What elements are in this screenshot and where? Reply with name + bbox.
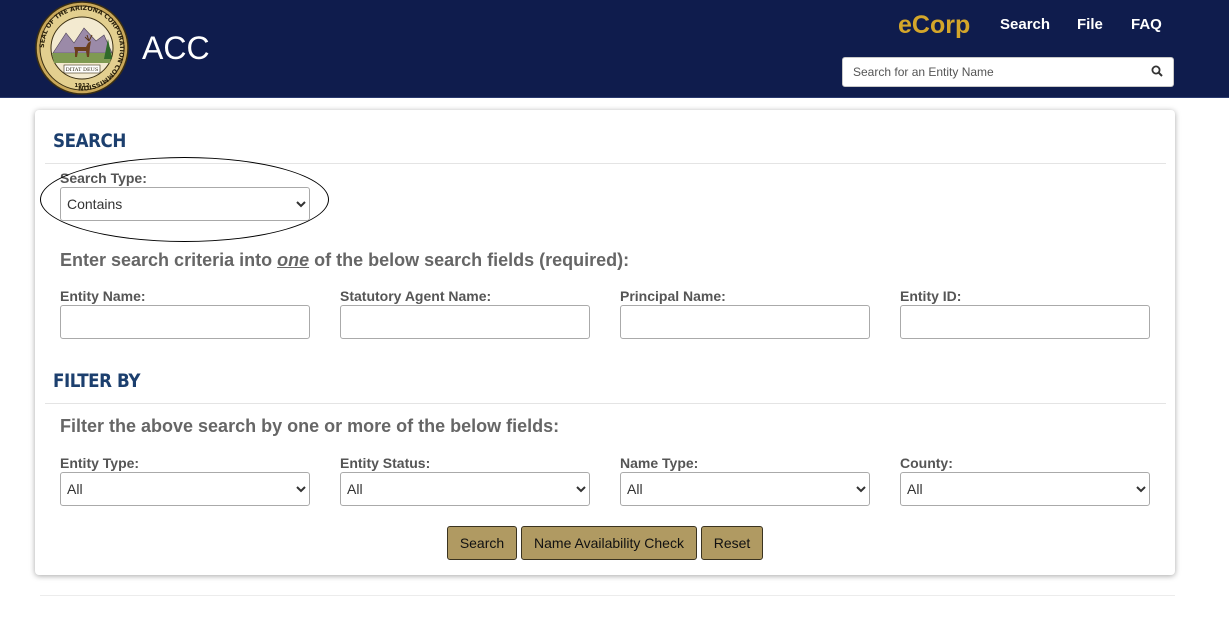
entity-name-input[interactable] — [60, 305, 310, 339]
filter-section-title: FILTER BY — [53, 370, 141, 392]
reset-button[interactable]: Reset — [701, 526, 763, 560]
entity-name-search-input[interactable] — [842, 57, 1142, 87]
name-availability-check-button[interactable]: Name Availability Check — [521, 526, 697, 560]
svg-text:1912: 1912 — [74, 83, 89, 89]
principal-name-input[interactable] — [620, 305, 870, 339]
header-search-button[interactable] — [1141, 57, 1174, 87]
entity-id-label: Entity ID: — [900, 288, 962, 304]
entity-type-label: Entity Type: — [60, 455, 140, 471]
county-select[interactable]: All — [900, 472, 1150, 506]
filter-divider — [45, 403, 1166, 404]
search-button[interactable]: Search — [447, 526, 517, 560]
entity-id-input[interactable] — [900, 305, 1150, 339]
filter-instruction: Filter the above search by one or more o… — [60, 416, 560, 436]
search-panel: SEARCH Search Type: Contains Enter searc… — [35, 110, 1175, 575]
principal-name-label: Principal Name: — [620, 288, 726, 304]
search-instruction: Enter search criteria into one of the be… — [60, 250, 630, 270]
nav-ecorp[interactable]: eCorp — [898, 10, 970, 40]
nav-search[interactable]: Search — [1000, 16, 1050, 34]
search-divider — [45, 163, 1166, 164]
entity-status-label: Entity Status: — [340, 455, 431, 471]
search-section-title: SEARCH — [53, 130, 126, 152]
search-type-select[interactable]: Contains — [60, 187, 310, 221]
footer-divider — [40, 595, 1175, 596]
nav-faq[interactable]: FAQ — [1131, 16, 1162, 34]
nav-file[interactable]: File — [1077, 16, 1103, 34]
arizona-seal-logo[interactable]: SEAL OF THE ARIZONA CORPORATION COMMISSI… — [34, 1, 130, 95]
search-type-label: Search Type: — [60, 170, 147, 186]
entity-status-select[interactable]: All — [340, 472, 590, 506]
search-icon — [1151, 65, 1163, 77]
entity-name-label: Entity Name: — [60, 288, 146, 304]
statutory-agent-name-label: Statutory Agent Name: — [340, 288, 492, 304]
site-header: SEAL OF THE ARIZONA CORPORATION COMMISSI… — [0, 0, 1229, 98]
site-brand[interactable]: ACC — [142, 30, 210, 66]
name-type-label: Name Type: — [620, 455, 699, 471]
county-label: County: — [900, 455, 953, 471]
svg-text:DITAT DEUS: DITAT DEUS — [66, 67, 99, 73]
name-type-select[interactable]: All — [620, 472, 870, 506]
entity-type-select[interactable]: All — [60, 472, 310, 506]
statutory-agent-name-input[interactable] — [340, 305, 590, 339]
